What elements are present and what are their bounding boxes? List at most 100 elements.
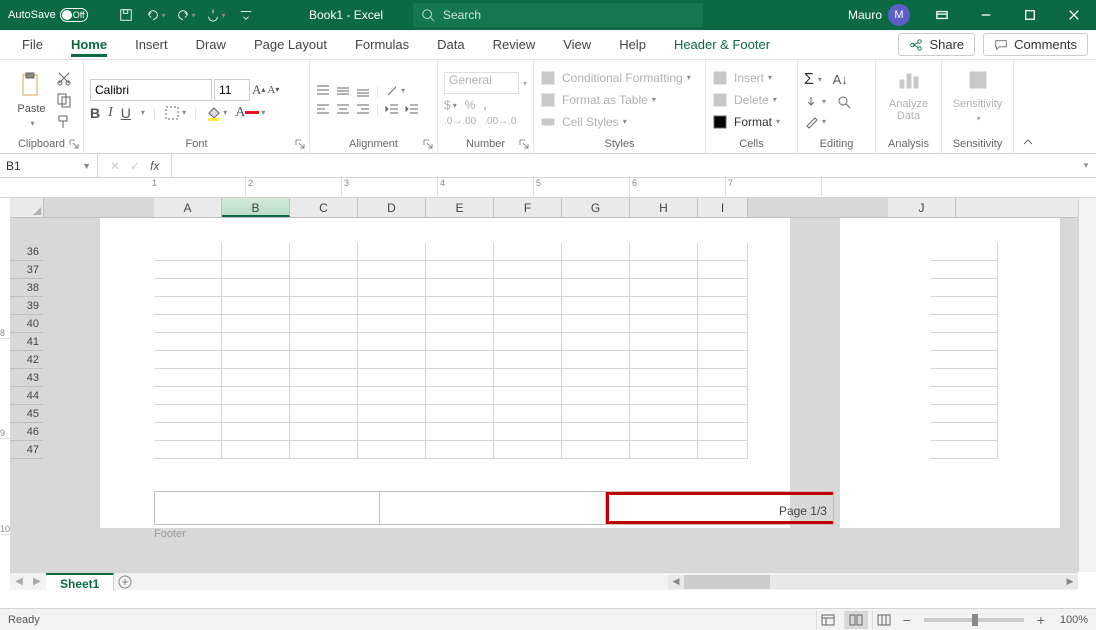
- format-as-table-button[interactable]: Format as Table▾: [540, 92, 699, 108]
- page-break-view-icon[interactable]: [872, 611, 896, 629]
- tab-data[interactable]: Data: [423, 30, 478, 60]
- name-box-dropdown-icon[interactable]: ▼: [82, 161, 91, 171]
- italic-button[interactable]: I: [108, 105, 113, 121]
- autosum-button[interactable]: Σ▾ A↓: [804, 71, 869, 89]
- name-box[interactable]: B1 ▼: [0, 154, 98, 177]
- align-middle-icon[interactable]: [336, 84, 350, 98]
- row-header-40[interactable]: 40: [10, 315, 43, 333]
- footer-right-section[interactable]: Page 1/3: [606, 492, 833, 524]
- clipboard-dialog-launcher[interactable]: [67, 137, 81, 151]
- increase-decimal-icon[interactable]: .0→.00: [444, 116, 476, 127]
- hscroll-thumb[interactable]: [684, 575, 770, 589]
- row-header-44[interactable]: 44: [10, 387, 43, 405]
- find-select-icon[interactable]: [837, 95, 851, 109]
- footer-left-section[interactable]: [155, 492, 380, 524]
- tab-help[interactable]: Help: [605, 30, 660, 60]
- underline-button[interactable]: U: [121, 105, 131, 121]
- vertical-ruler[interactable]: 8 9 10: [0, 218, 10, 590]
- horizontal-ruler[interactable]: 1 2 3 4 5 6 7: [0, 178, 1096, 198]
- column-header-i[interactable]: I: [698, 198, 748, 217]
- minimize-icon[interactable]: [964, 0, 1008, 30]
- tab-file[interactable]: File: [8, 30, 57, 60]
- tab-formulas[interactable]: Formulas: [341, 30, 423, 60]
- tab-home[interactable]: Home: [57, 30, 121, 60]
- formula-input[interactable]: [172, 154, 1076, 177]
- qat-customize-icon[interactable]: [234, 3, 258, 27]
- column-header-g[interactable]: G: [562, 198, 630, 217]
- font-dialog-launcher[interactable]: [293, 137, 307, 151]
- delete-cells-button[interactable]: Delete▾: [712, 92, 791, 108]
- clear-button[interactable]: ▾: [804, 115, 869, 129]
- copy-icon[interactable]: [56, 92, 72, 108]
- font-size-input[interactable]: [214, 79, 250, 101]
- bold-button[interactable]: B: [90, 105, 100, 121]
- normal-view-icon[interactable]: [816, 611, 840, 629]
- row-header-45[interactable]: 45: [10, 405, 43, 423]
- column-header-c[interactable]: C: [290, 198, 358, 217]
- align-top-icon[interactable]: [316, 84, 330, 98]
- decrease-decimal-icon[interactable]: .00→.0: [484, 116, 516, 127]
- share-button[interactable]: Share: [898, 33, 975, 56]
- row-header-42[interactable]: 42: [10, 351, 43, 369]
- tab-review[interactable]: Review: [479, 30, 550, 60]
- row-header-46[interactable]: 46: [10, 423, 43, 441]
- analyze-data-button[interactable]: Analyze Data: [882, 64, 935, 124]
- font-name-input[interactable]: [90, 79, 212, 101]
- page-layout-view-icon[interactable]: [844, 611, 868, 629]
- enter-formula-icon[interactable]: ✓: [130, 159, 140, 173]
- maximize-icon[interactable]: [1008, 0, 1052, 30]
- search-box[interactable]: Search: [413, 3, 703, 27]
- hscroll-right-icon[interactable]: ▶: [1062, 576, 1078, 587]
- spreadsheet-grid[interactable]: A B C D E F G H I J 36373839404142434445…: [10, 198, 1078, 572]
- zoom-out-button[interactable]: −: [900, 612, 914, 628]
- tab-insert[interactable]: Insert: [121, 30, 182, 60]
- hscroll-left-icon[interactable]: ◀: [668, 576, 684, 587]
- collapse-ribbon-icon[interactable]: [1014, 60, 1042, 153]
- insert-function-icon[interactable]: fx: [150, 159, 159, 173]
- increase-indent-icon[interactable]: [405, 102, 419, 116]
- decrease-indent-icon[interactable]: [385, 102, 399, 116]
- column-header-j[interactable]: J: [888, 198, 956, 217]
- row-header-37[interactable]: 37: [10, 261, 43, 279]
- number-format-dropdown[interactable]: General: [444, 72, 519, 94]
- zoom-level[interactable]: 100%: [1060, 614, 1088, 626]
- touch-mode-icon[interactable]: ▾: [204, 3, 228, 27]
- sheet-nav-prev-icon[interactable]: ◀: [10, 576, 28, 587]
- fill-color-icon[interactable]: ▾: [205, 105, 227, 121]
- comments-button[interactable]: Comments: [983, 33, 1088, 56]
- zoom-in-button[interactable]: +: [1034, 612, 1048, 628]
- borders-icon[interactable]: ▾: [164, 105, 186, 121]
- row-header-39[interactable]: 39: [10, 297, 43, 315]
- column-header-e[interactable]: E: [426, 198, 494, 217]
- align-left-icon[interactable]: [316, 102, 330, 116]
- alignment-dialog-launcher[interactable]: [421, 137, 435, 151]
- sort-filter-icon[interactable]: A↓: [833, 72, 848, 87]
- sheet-nav-next-icon[interactable]: ▶: [28, 576, 46, 587]
- autosave-toggle[interactable]: AutoSave Off: [4, 8, 108, 22]
- tab-page-layout[interactable]: Page Layout: [240, 30, 341, 60]
- cancel-formula-icon[interactable]: ✕: [110, 159, 120, 173]
- tab-view[interactable]: View: [549, 30, 605, 60]
- horizontal-scrollbar[interactable]: ◀ ▶: [668, 575, 1078, 589]
- close-icon[interactable]: [1052, 0, 1096, 30]
- column-header-a[interactable]: A: [154, 198, 222, 217]
- increase-font-icon[interactable]: A▴: [252, 82, 265, 98]
- row-header-41[interactable]: 41: [10, 333, 43, 351]
- currency-icon[interactable]: $▾: [444, 98, 457, 112]
- footer-center-section[interactable]: [380, 492, 605, 524]
- align-center-icon[interactable]: [336, 102, 350, 116]
- font-color-icon[interactable]: A▾: [235, 105, 265, 121]
- decrease-font-icon[interactable]: A▾: [267, 84, 279, 96]
- expand-formula-bar-icon[interactable]: ▾: [1076, 160, 1096, 171]
- conditional-formatting-button[interactable]: Conditional Formatting▾: [540, 70, 699, 86]
- number-dialog-launcher[interactable]: [517, 137, 531, 151]
- comma-icon[interactable]: ,: [483, 98, 486, 112]
- ribbon-display-icon[interactable]: [920, 0, 964, 30]
- format-painter-icon[interactable]: [56, 114, 72, 130]
- insert-cells-button[interactable]: Insert▾: [712, 70, 791, 86]
- format-cells-button[interactable]: Format▾: [712, 114, 791, 130]
- align-bottom-icon[interactable]: [356, 84, 370, 98]
- tab-header-footer[interactable]: Header & Footer: [660, 30, 784, 60]
- tab-draw[interactable]: Draw: [182, 30, 240, 60]
- add-sheet-button[interactable]: [114, 575, 136, 589]
